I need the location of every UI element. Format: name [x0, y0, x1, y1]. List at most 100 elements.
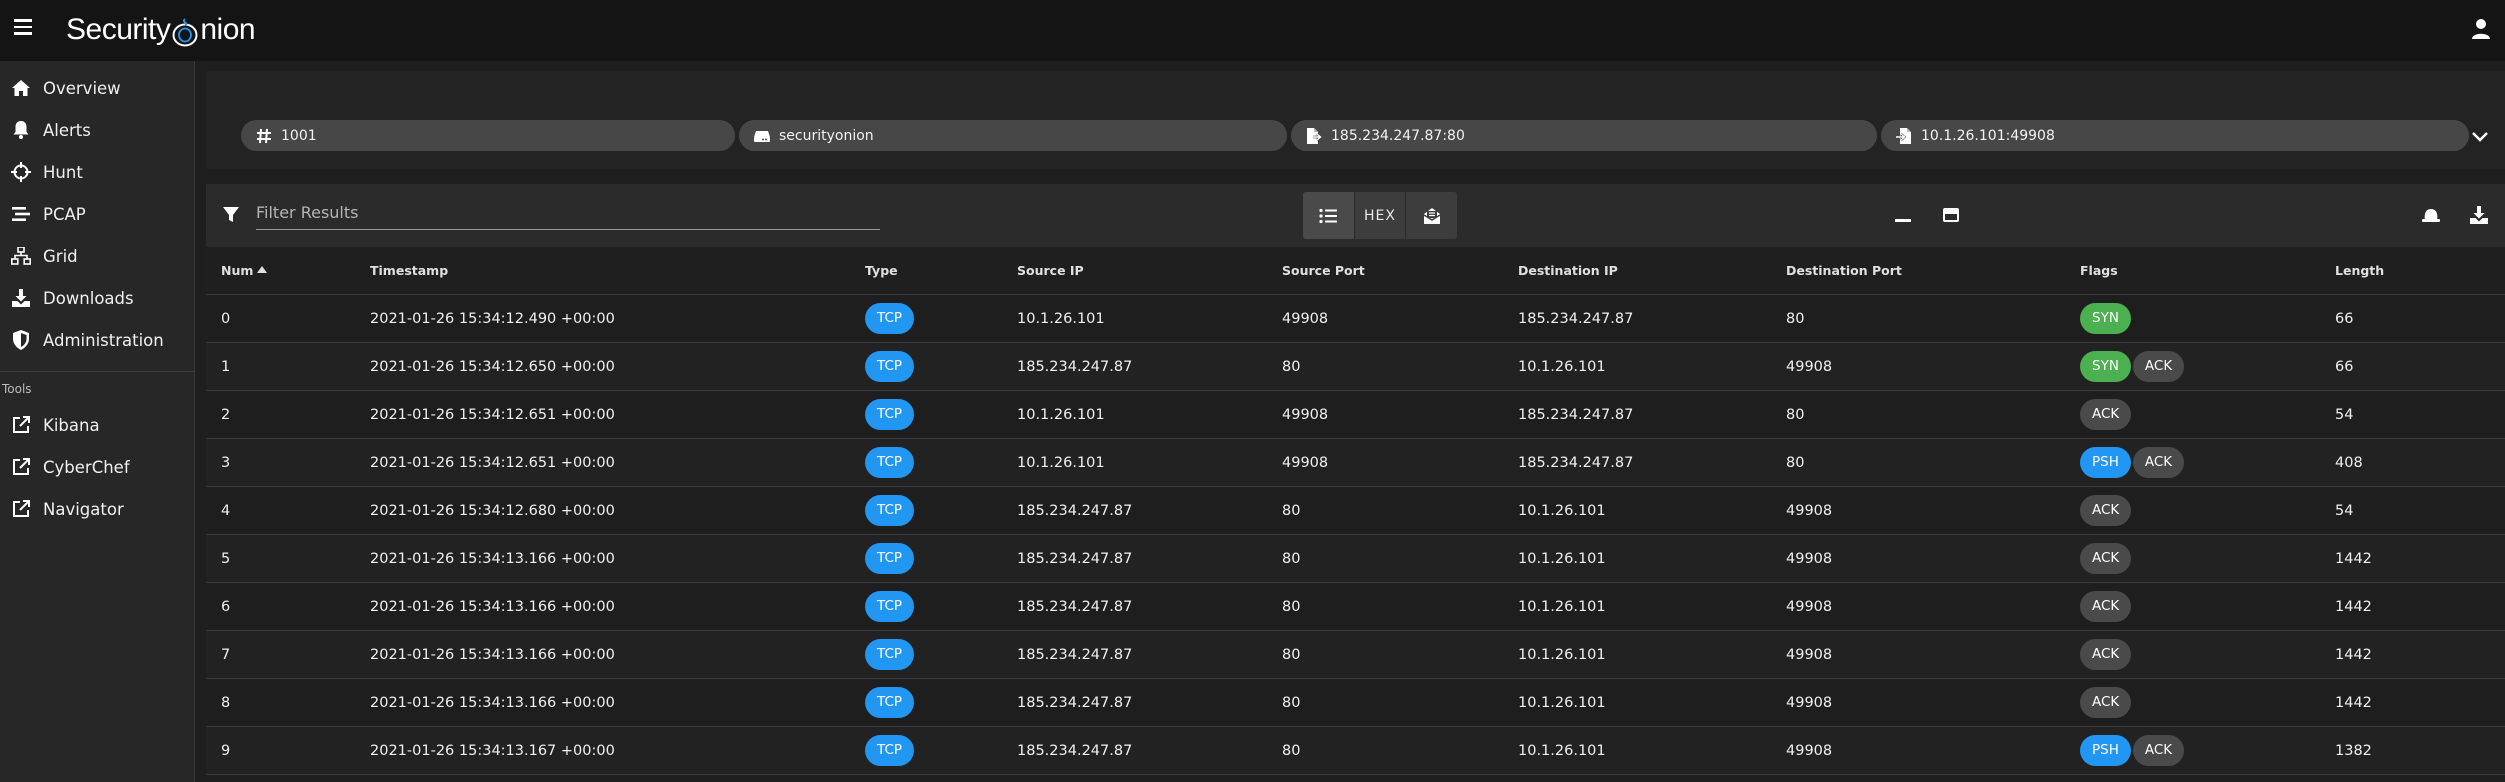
num-cell: 6 — [221, 598, 231, 615]
source-port-header[interactable]: Source Port — [1282, 263, 1365, 278]
chevron-down-icon[interactable] — [2470, 126, 2490, 146]
destination-port-header[interactable]: Destination Port — [1786, 263, 1902, 278]
list-icon — [1319, 208, 1338, 223]
sidebar-item-grid[interactable]: Grid — [0, 235, 194, 277]
type-header[interactable]: Type — [865, 263, 898, 278]
source-ip-cell: 185.234.247.87 — [1017, 502, 1133, 519]
job-chips: 1001 securityonion 185.234.247.87:80 10.… — [241, 120, 2473, 151]
source-ip-cell: 185.234.247.87 — [1017, 550, 1133, 567]
timestamp-cell: 2021-01-26 15:34:13.166 +00:00 — [370, 550, 615, 567]
table-row[interactable]: 2 2021-01-26 15:34:12.651 +00:00 TCP 10.1.2… — [206, 391, 2505, 439]
flag-badge: PSH — [2080, 735, 2131, 766]
flag-badge: ACK — [2080, 591, 2132, 622]
menu-icon[interactable] — [14, 19, 32, 37]
num-header[interactable]: Num — [221, 263, 268, 278]
timestamp-cell: 2021-01-26 15:34:12.651 +00:00 — [370, 406, 615, 423]
bell-icon — [10, 119, 32, 141]
destination-ip-header[interactable]: Destination IP — [1518, 263, 1618, 278]
sidebar-item-cyberchef[interactable]: CyberChef — [0, 446, 194, 488]
table-row[interactable]: 1 2021-01-26 15:34:12.650 +00:00 TCP 185.23… — [206, 343, 2505, 391]
timestamp-header[interactable]: Timestamp — [370, 263, 448, 278]
length-cell: 1382 — [2335, 742, 2372, 759]
minus-icon — [1895, 219, 1911, 222]
hex-view-button[interactable]: HEX — [1355, 192, 1407, 239]
unwrap-view-button[interactable] — [1406, 192, 1457, 239]
source-port-cell: 80 — [1282, 598, 1301, 615]
flag-badge: ACK — [2132, 351, 2185, 382]
protocol-badge: TCP — [865, 687, 915, 718]
source-ip-cell: 185.234.247.87 — [1017, 598, 1133, 615]
download-pcap-button[interactable] — [2468, 204, 2490, 226]
external-link-icon — [10, 498, 32, 520]
destination-chip: 10.1.26.101:49908 — [1881, 120, 2469, 151]
table-row[interactable]: 6 2021-01-26 15:34:13.166 +00:00 TCP 185.23… — [206, 583, 2505, 631]
timestamp-cell: 2021-01-26 15:34:12.651 +00:00 — [370, 454, 615, 471]
destination-port-cell: 49908 — [1786, 694, 1833, 711]
table-row[interactable]: 9 2021-01-26 15:34:13.167 +00:00 TCP 185.23… — [206, 727, 2505, 775]
table-row[interactable]: 4 2021-01-26 15:34:12.680 +00:00 TCP 185.23… — [206, 487, 2505, 535]
sidebar-item-downloads[interactable]: Downloads — [0, 277, 194, 319]
sensor-value: securityonion — [779, 127, 874, 144]
flag-badge: ACK — [2132, 447, 2185, 478]
flag-badge: ACK — [2080, 495, 2132, 526]
destination-ip-cell: 10.1.26.101 — [1518, 646, 1606, 663]
source-ip-cell: 10.1.26.101 — [1017, 406, 1105, 423]
timestamp-cell: 2021-01-26 15:34:13.166 +00:00 — [370, 694, 615, 711]
sidebar-item-overview[interactable]: Overview — [0, 67, 194, 109]
view-mode-toggle: HEX — [1303, 192, 1457, 239]
source-chip: 185.234.247.87:80 — [1291, 120, 1877, 151]
server-icon — [753, 127, 771, 145]
user-icon[interactable] — [2471, 18, 2491, 40]
flags-cell: SYN ACK — [2080, 351, 2186, 382]
destination-port-cell: 49908 — [1786, 550, 1833, 567]
app-logo[interactable]: Security nion — [66, 13, 256, 47]
flags-cell: SYN — [2080, 303, 2133, 334]
source-port-cell: 49908 — [1282, 406, 1329, 423]
table-row[interactable]: 8 2021-01-26 15:34:13.166 +00:00 TCP 185.23… — [206, 679, 2505, 727]
table-row[interactable]: 0 2021-01-26 15:34:12.490 +00:00 TCP 10.1.2… — [206, 295, 2505, 343]
type-cell: TCP — [865, 447, 916, 478]
sidebar-item-label: Overview — [43, 78, 121, 98]
num-cell: 8 — [221, 694, 231, 711]
source-ip-header[interactable]: Source IP — [1017, 263, 1084, 278]
table-row[interactable]: 5 2021-01-26 15:34:13.166 +00:00 TCP 185.23… — [206, 535, 2505, 583]
list-view-button[interactable] — [1303, 192, 1355, 239]
sidebar-item-kibana[interactable]: Kibana — [0, 404, 194, 446]
num-cell: 0 — [221, 310, 231, 327]
download-packets-button[interactable] — [2420, 204, 2442, 226]
source-port-cell: 80 — [1282, 694, 1301, 711]
type-cell: TCP — [865, 543, 916, 574]
table-row[interactable]: 3 2021-01-26 15:34:12.651 +00:00 TCP 10.1.2… — [206, 439, 2505, 487]
filter-icon — [223, 207, 239, 222]
table-row[interactable]: 7 2021-01-26 15:34:13.166 +00:00 TCP 185.23… — [206, 631, 2505, 679]
destination-ip-cell: 185.234.247.87 — [1518, 406, 1634, 423]
expand-button[interactable] — [1940, 204, 1962, 226]
length-cell: 408 — [2335, 454, 2363, 471]
sidebar-item-label: Grid — [43, 246, 78, 266]
timestamp-cell: 2021-01-26 15:34:13.167 +00:00 — [370, 742, 615, 759]
filter-results-input[interactable] — [256, 196, 880, 230]
sidebar-item-pcap[interactable]: PCAP — [0, 193, 194, 235]
source-ip-cell: 185.234.247.87 — [1017, 694, 1133, 711]
hat-icon — [2422, 209, 2440, 222]
flags-cell: ACK — [2080, 687, 2133, 718]
sidebar-item-label: Downloads — [43, 288, 134, 308]
flags-cell: ACK — [2080, 399, 2133, 430]
table-body: 0 2021-01-26 15:34:12.490 +00:00 TCP 10.1.2… — [206, 295, 2505, 775]
source-port-cell: 80 — [1282, 502, 1301, 519]
sidebar-item-navigator[interactable]: Navigator — [0, 488, 194, 530]
num-cell: 4 — [221, 502, 231, 519]
sidebar-item-hunt[interactable]: Hunt — [0, 151, 194, 193]
type-cell: TCP — [865, 399, 916, 430]
destination-value: 10.1.26.101:49908 — [1921, 127, 2055, 144]
sidebar-item-administration[interactable]: Administration — [0, 319, 194, 361]
flags-header[interactable]: Flags — [2080, 263, 2118, 278]
destination-ip-cell: 185.234.247.87 — [1518, 454, 1634, 471]
sidebar-item-label: Administration — [43, 330, 164, 350]
sort-asc-icon — [257, 266, 268, 273]
length-header[interactable]: Length — [2335, 263, 2384, 278]
length-cell: 54 — [2335, 406, 2354, 423]
minimize-button[interactable] — [1892, 204, 1914, 226]
flag-badge: ACK — [2080, 639, 2132, 670]
sidebar-item-alerts[interactable]: Alerts — [0, 109, 194, 151]
